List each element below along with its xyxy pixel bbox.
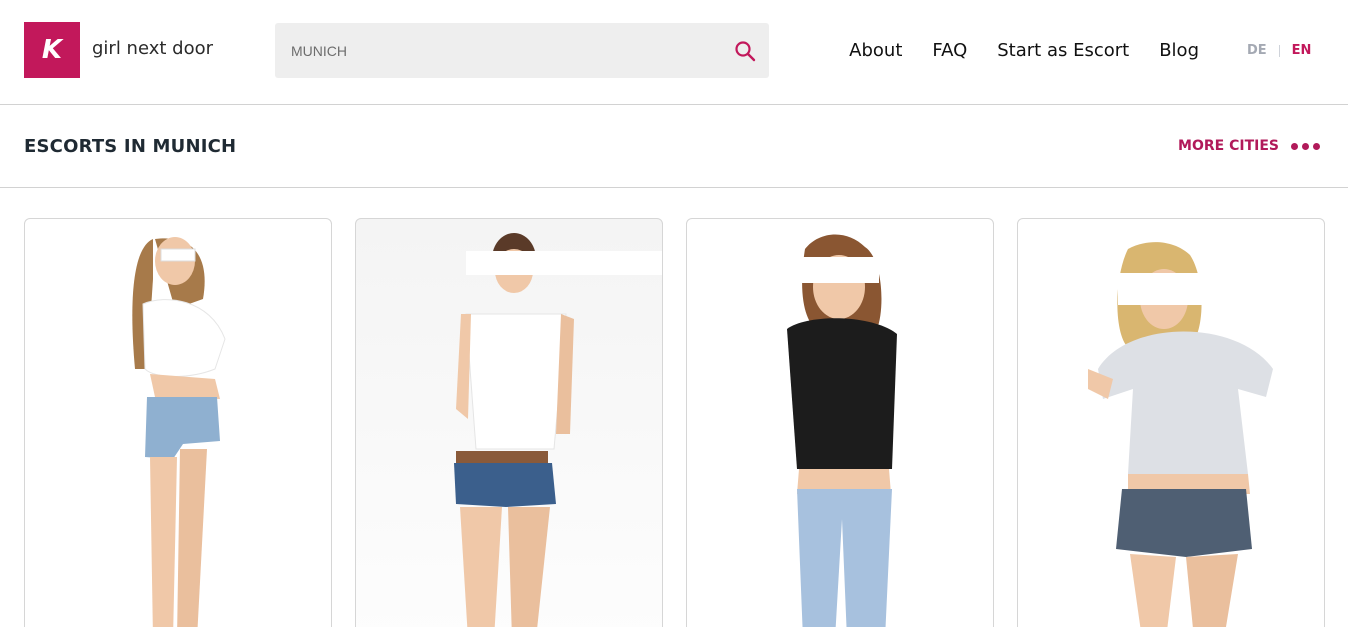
tee xyxy=(465,313,567,450)
main-nav: About FAQ Start as Escort Blog xyxy=(849,40,1199,61)
model-photo xyxy=(454,233,662,627)
dots-icon xyxy=(1291,142,1320,150)
language-switcher: DE EN xyxy=(1247,43,1311,58)
lang-en[interactable]: EN xyxy=(1292,43,1312,58)
model-photo xyxy=(1088,242,1273,627)
section-header: ESCORTS IN MUNICH MORE CITIES xyxy=(0,105,1348,188)
bottom xyxy=(797,489,892,627)
profile-card[interactable] xyxy=(355,218,663,627)
site-header: K girl next door About FAQ Start as Esco… xyxy=(0,0,1348,105)
nav-blog[interactable]: Blog xyxy=(1159,40,1199,61)
nav-start-as-escort[interactable]: Start as Escort xyxy=(997,40,1129,61)
tee xyxy=(787,318,897,469)
nav-about[interactable]: About xyxy=(849,40,902,61)
more-cities-label: MORE CITIES xyxy=(1178,138,1279,154)
bottom xyxy=(1116,489,1252,557)
nav-faq[interactable]: FAQ xyxy=(932,40,967,61)
tee xyxy=(1098,331,1273,474)
lang-divider xyxy=(1278,44,1280,57)
more-cities-link[interactable]: MORE CITIES xyxy=(1178,138,1320,154)
model-photo xyxy=(132,237,226,627)
profile-card[interactable] xyxy=(24,218,332,627)
search-input[interactable] xyxy=(275,23,715,78)
lang-de[interactable]: DE xyxy=(1247,43,1267,58)
tee xyxy=(142,299,226,377)
brand-name[interactable]: girl next door xyxy=(92,38,213,59)
profile-card[interactable] xyxy=(1017,218,1325,627)
profile-card[interactable] xyxy=(686,218,994,627)
page-title: ESCORTS IN MUNICH xyxy=(24,136,237,157)
bottom xyxy=(454,463,556,507)
search-icon[interactable] xyxy=(733,39,757,63)
search-bar xyxy=(275,23,769,78)
logo-icon[interactable]: K xyxy=(24,22,80,78)
model-photo xyxy=(787,234,897,627)
